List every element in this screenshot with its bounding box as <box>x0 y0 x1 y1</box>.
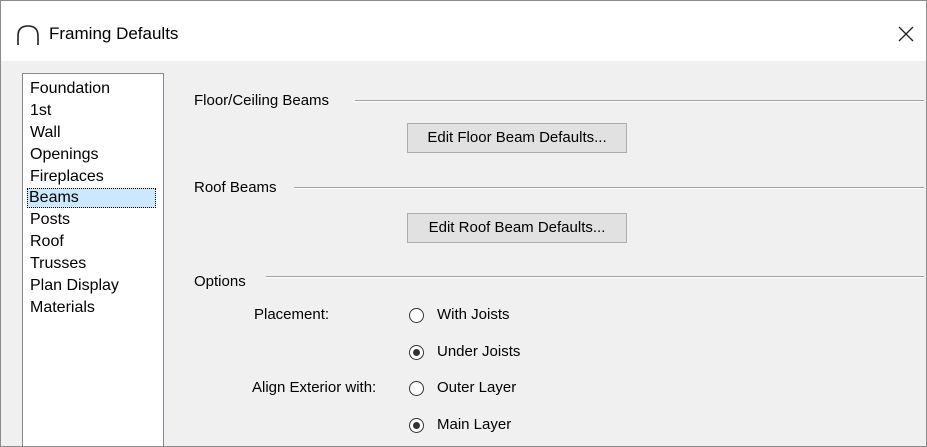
close-button[interactable] <box>886 15 926 53</box>
radio-main-layer[interactable]: Main Layer <box>409 415 511 435</box>
sidebar-item-trusses[interactable]: Trusses <box>28 254 88 274</box>
title-bar: Framing Defaults <box>1 1 926 61</box>
options-divider <box>266 276 924 278</box>
window-title: Framing Defaults <box>49 24 179 43</box>
sidebar-item-openings[interactable]: Openings <box>28 145 101 165</box>
radio-under-joists[interactable]: Under Joists <box>409 342 520 362</box>
radio-button-selected[interactable] <box>409 344 424 360</box>
radio-outer-layer[interactable]: Outer Layer <box>409 378 516 398</box>
sidebar-item-1st[interactable]: 1st <box>28 101 53 121</box>
sidebar-item-fireplaces[interactable]: Fireplaces <box>28 167 106 187</box>
radio-label: Main Layer <box>437 416 512 433</box>
arch-icon <box>16 24 40 46</box>
radio-with-joists[interactable]: With Joists <box>409 305 510 325</box>
edit-floor-beam-defaults-button[interactable]: Edit Floor Beam Defaults... <box>407 123 627 153</box>
radio-button-selected[interactable] <box>409 417 424 433</box>
roof-beams-divider <box>294 187 924 189</box>
radio-label: Outer Layer <box>437 379 517 396</box>
close-icon <box>898 26 914 42</box>
sidebar-item-plan-display[interactable]: Plan Display <box>28 276 121 296</box>
placement-label: Placement: <box>254 306 330 323</box>
roof-beams-heading: Roof Beams <box>194 179 277 196</box>
category-list[interactable]: Foundation 1st Wall Openings Fireplaces … <box>22 73 164 446</box>
framing-defaults-dialog: Framing Defaults Foundation 1st Wall Ope… <box>0 0 927 447</box>
sidebar-item-roof[interactable]: Roof <box>28 232 66 252</box>
radio-label: With Joists <box>437 306 510 323</box>
sidebar-item-beams[interactable]: Beams <box>27 188 156 208</box>
options-heading: Options <box>194 273 246 290</box>
align-exterior-label: Align Exterior with: <box>252 379 377 396</box>
sidebar-item-wall[interactable]: Wall <box>28 123 63 143</box>
radio-label: Under Joists <box>437 343 521 360</box>
dialog-body: Foundation 1st Wall Openings Fireplaces … <box>1 61 926 446</box>
edit-roof-beam-defaults-button[interactable]: Edit Roof Beam Defaults... <box>407 213 627 243</box>
sidebar-item-foundation[interactable]: Foundation <box>28 79 112 99</box>
radio-button[interactable] <box>409 307 424 323</box>
sidebar-item-materials[interactable]: Materials <box>28 298 97 318</box>
floor-ceiling-divider <box>355 100 924 102</box>
floor-ceiling-beams-heading: Floor/Ceiling Beams <box>194 92 330 109</box>
sidebar-item-posts[interactable]: Posts <box>28 210 72 230</box>
radio-button[interactable] <box>409 380 424 396</box>
